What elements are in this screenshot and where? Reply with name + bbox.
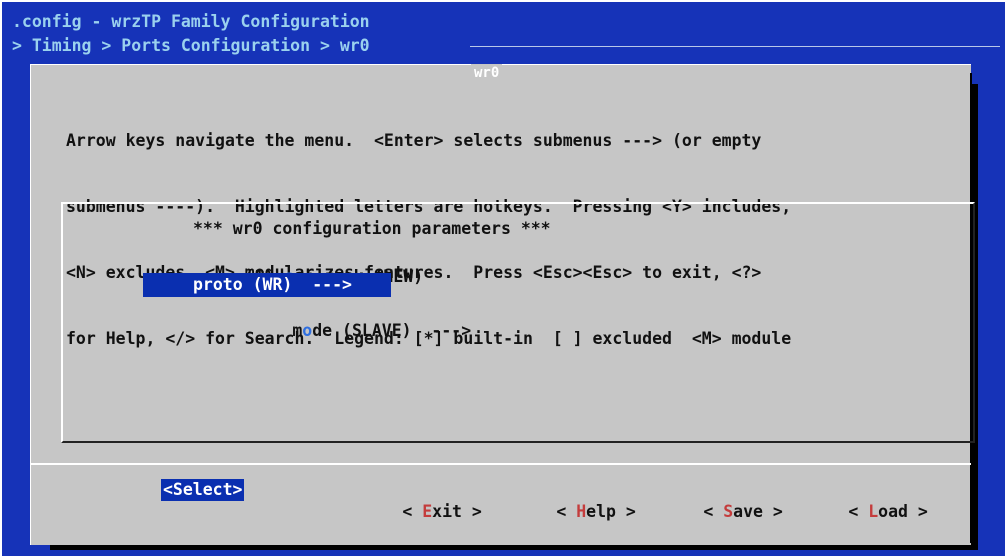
button-row: <Select> < Exit > < Help > < Save > < Lo… bbox=[31, 473, 971, 521]
breadcrumb: > Timing > Ports Configuration > wr0 bbox=[12, 36, 370, 55]
breadcrumb-rule bbox=[470, 46, 1000, 47]
load-button-bracket: < bbox=[848, 502, 869, 521]
exit-button-hotkey: E bbox=[422, 502, 433, 521]
menuconfig-dialog: wr0 Arrow keys navigate the menu. <Enter… bbox=[30, 64, 975, 545]
load-button-hotkey: L bbox=[868, 502, 879, 521]
dialog-title: wr0 bbox=[471, 64, 503, 82]
terminal-window: .config - wrzTP Family Configuration > T… bbox=[2, 2, 1005, 556]
config-title: .config - wrzTP Family Configuration bbox=[12, 12, 370, 31]
help-button-bracket: < bbox=[556, 502, 577, 521]
menu-item-src-rank[interactable]: (1) src_rank (NEW) bbox=[145, 244, 423, 286]
menu-header: *** wr0 configuration parameters *** bbox=[193, 219, 551, 238]
menu-item-label-start: m bbox=[292, 321, 303, 340]
select-button[interactable]: <Select> bbox=[161, 479, 245, 501]
menu-list: *** wr0 configuration parameters *** (1)… bbox=[61, 202, 975, 443]
menu-item-mode[interactable]: mode (SLAVE) ---> bbox=[193, 298, 471, 340]
help-button-hotkey: H bbox=[576, 502, 587, 521]
save-button-hotkey: S bbox=[723, 502, 734, 521]
save-button-bracket: < bbox=[703, 502, 724, 521]
load-button-label: oad > bbox=[878, 502, 928, 521]
exit-button[interactable]: < Exit > bbox=[303, 479, 481, 545]
load-button[interactable]: < Load > bbox=[749, 479, 928, 545]
exit-button-bracket: < bbox=[402, 502, 423, 521]
button-separator bbox=[31, 463, 971, 465]
menu-item-proto[interactable]: proto (WR) ---> bbox=[193, 274, 352, 296]
menu-item-label: de (SLAVE) ---> bbox=[312, 321, 472, 340]
help-line: Arrow keys navigate the menu. <Enter> se… bbox=[66, 131, 762, 150]
menu-item-hotkey: o bbox=[302, 321, 313, 340]
screenshot: .config - wrzTP Family Configuration > T… bbox=[0, 0, 1008, 559]
